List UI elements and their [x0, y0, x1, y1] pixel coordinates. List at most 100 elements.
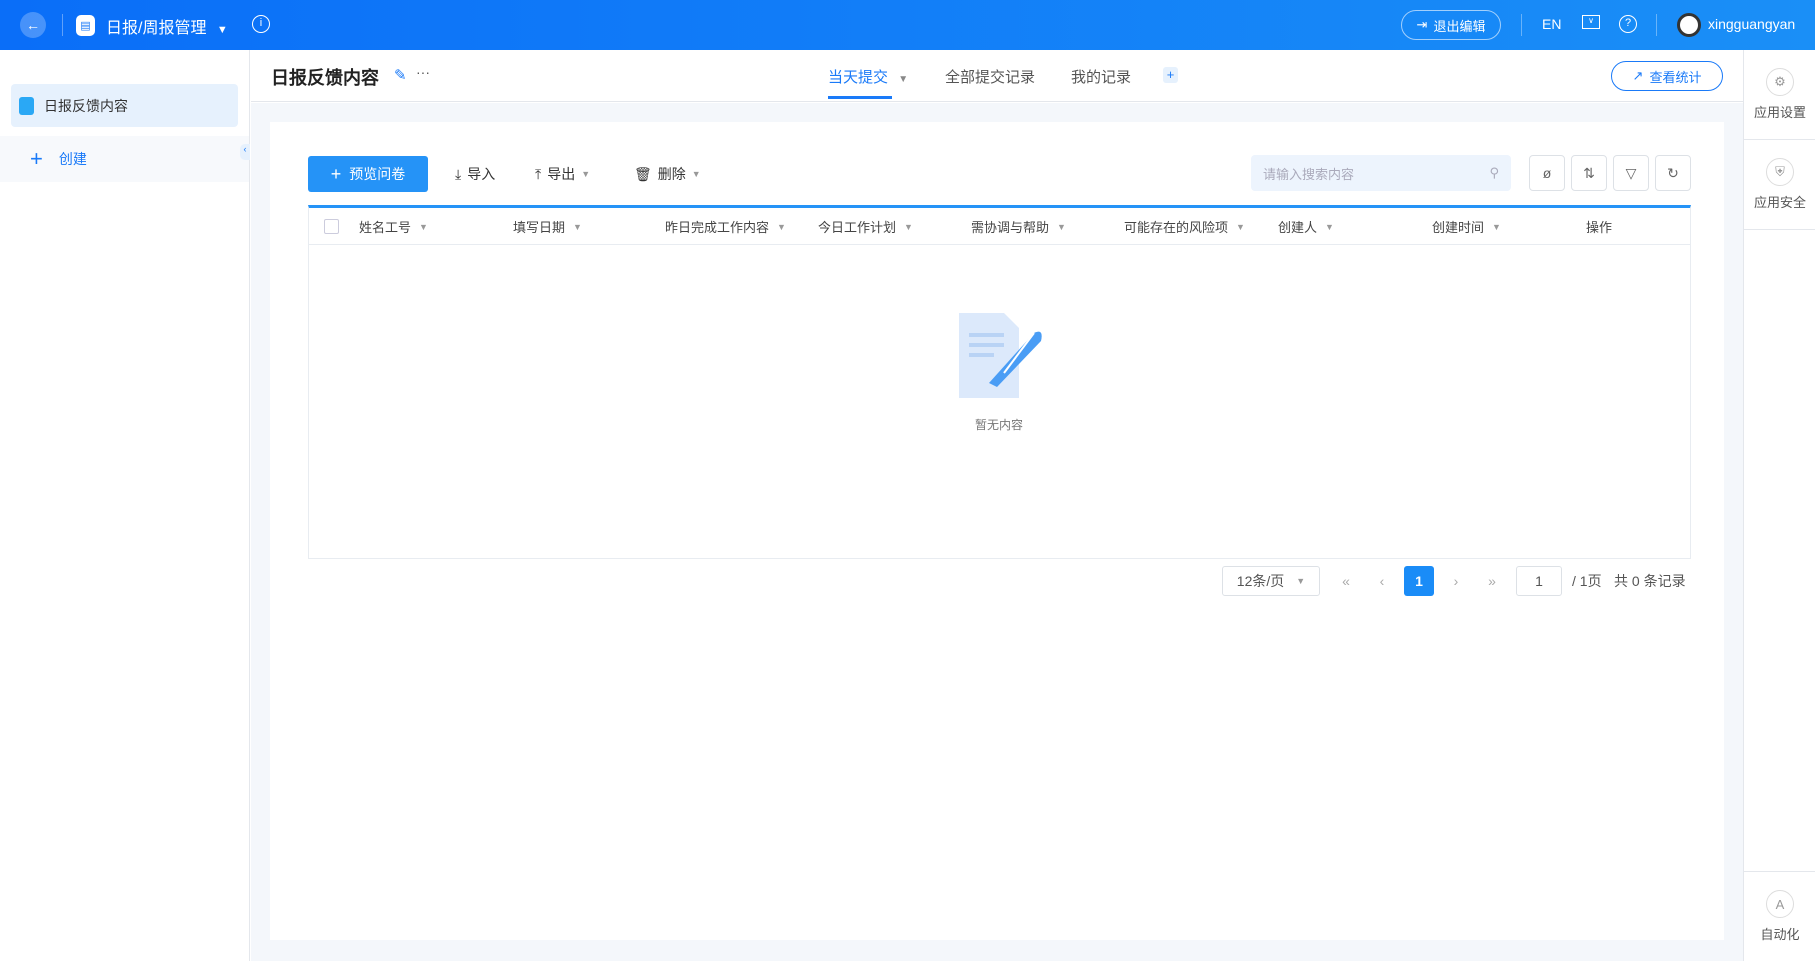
- tab-my-records[interactable]: 我的记录: [1071, 66, 1131, 87]
- trash-icon: 🗑: [634, 165, 652, 182]
- filter-icon[interactable]: ▽: [1613, 155, 1649, 191]
- data-table: 姓名工号 ▼ 填写日期 ▼ 昨日完成工作内容 ▼ 今日工作计划 ▼ 需协调与帮助 ▼ 可能…: [308, 205, 1691, 559]
- chevron-down-icon[interactable]: ▼: [898, 74, 908, 85]
- app-settings-button[interactable]: ⚙ 应用设置: [1744, 50, 1815, 140]
- automation-icon: A: [1766, 890, 1794, 918]
- automation-label: 自动化: [1760, 927, 1800, 942]
- column-header[interactable]: 创建人 ▼: [1278, 217, 1334, 236]
- column-header[interactable]: 需协调与帮助 ▼: [971, 217, 1066, 236]
- select-all-checkbox[interactable]: [324, 219, 339, 234]
- search-input[interactable]: 请输入搜索内容 ⚲: [1251, 155, 1511, 191]
- tab-label: 当天提交: [828, 69, 889, 86]
- collapse-sidebar-icon[interactable]: ‹: [240, 144, 250, 160]
- chevron-down-icon: ▼: [1236, 221, 1245, 232]
- help-icon[interactable]: ?: [1619, 15, 1637, 33]
- page-1-button[interactable]: 1: [1404, 566, 1434, 596]
- divider: [62, 14, 63, 36]
- avatar[interactable]: [1677, 13, 1701, 37]
- chevron-down-icon: ▼: [1492, 221, 1501, 232]
- import-button[interactable]: ⤓ 导入: [455, 164, 495, 184]
- prev-page-icon[interactable]: ‹: [1372, 566, 1392, 596]
- column-header[interactable]: 姓名工号 ▼: [359, 217, 428, 236]
- page-jump-input[interactable]: 1: [1516, 566, 1562, 596]
- empty-document-icon: [959, 313, 1042, 398]
- view-stats-label: 查看统计: [1649, 69, 1702, 85]
- export-button[interactable]: ⤒ 导出 ▼: [535, 164, 590, 184]
- table-header: 姓名工号 ▼ 填写日期 ▼ 昨日完成工作内容 ▼ 今日工作计划 ▼ 需协调与帮助 ▼ 可能…: [309, 208, 1690, 245]
- chevron-down-icon[interactable]: ▼: [217, 24, 228, 36]
- chevron-down-icon: ▼: [1325, 221, 1334, 232]
- view-stats-button[interactable]: ↗ 查看统计: [1611, 61, 1723, 91]
- hide-fields-icon[interactable]: ø: [1529, 155, 1565, 191]
- chevron-down-icon: ▼: [419, 221, 428, 232]
- app-security-button[interactable]: ⛨ 应用安全: [1744, 140, 1815, 230]
- column-label: 操作: [1586, 220, 1613, 235]
- divider: [1656, 14, 1657, 36]
- column-label: 今日工作计划: [818, 220, 897, 235]
- empty-text: 暂无内容: [974, 418, 1023, 432]
- delete-button[interactable]: 🗑 删除 ▼: [634, 164, 701, 184]
- download-icon: ⤓: [455, 165, 462, 182]
- mail-icon[interactable]: ∨: [1582, 15, 1600, 29]
- info-icon[interactable]: i: [252, 15, 270, 33]
- add-tab-icon[interactable]: +: [1163, 67, 1178, 83]
- app-title[interactable]: 日报/周报管理 ▼: [106, 14, 228, 38]
- username[interactable]: xingguangyan: [1708, 16, 1795, 32]
- column-header[interactable]: 创建时间 ▼: [1432, 217, 1501, 236]
- exit-icon: ⇥: [1416, 17, 1428, 32]
- empty-state: 暂无内容: [949, 303, 1049, 433]
- app-security-label: 应用安全: [1753, 195, 1806, 210]
- tab-today[interactable]: 当天提交 ▼: [828, 66, 908, 87]
- sidebar-item-daily-feedback[interactable]: 日报反馈内容: [11, 84, 238, 127]
- last-page-icon[interactable]: »: [1482, 566, 1502, 596]
- column-header[interactable]: 今日工作计划 ▼: [818, 217, 913, 236]
- search-icon[interactable]: ⚲: [1489, 165, 1499, 181]
- column-label: 创建时间: [1432, 220, 1485, 235]
- chevron-down-icon: ▼: [581, 169, 591, 179]
- column-label: 昨日完成工作内容: [665, 220, 770, 235]
- next-page-icon[interactable]: ›: [1446, 566, 1466, 596]
- chevron-down-icon: ▼: [1296, 576, 1306, 586]
- sidebar-item-label: 日报反馈内容: [44, 97, 128, 114]
- total-records: 共 0 条记录: [1614, 573, 1686, 589]
- page-title: 日报反馈内容: [271, 68, 379, 88]
- edit-icon[interactable]: ✎: [394, 66, 407, 84]
- app-icon: ▤: [76, 15, 95, 36]
- chevron-down-icon: ▼: [691, 169, 701, 179]
- column-header[interactable]: 昨日完成工作内容 ▼: [665, 217, 786, 236]
- exit-edit-button[interactable]: ⇥ 退出编辑: [1401, 10, 1501, 40]
- chart-icon: ↗: [1632, 68, 1644, 83]
- more-icon[interactable]: ···: [416, 64, 430, 80]
- column-label: 填写日期: [513, 220, 566, 235]
- sidebar: 日报反馈内容 + 创建 ‹: [0, 50, 250, 961]
- column-label: 可能存在的风险项: [1124, 220, 1229, 235]
- column-label: 姓名工号: [359, 220, 412, 235]
- total-pages: / 1页: [1572, 573, 1602, 589]
- app-settings-label: 应用设置: [1753, 105, 1806, 120]
- preview-label: 预览问卷: [349, 166, 406, 182]
- first-page-icon[interactable]: «: [1336, 566, 1356, 596]
- sort-icon[interactable]: ⇅: [1571, 155, 1607, 191]
- export-label: 导出: [547, 166, 576, 182]
- page-header: 日报反馈内容 ✎ ··· 当天提交 ▼ 全部提交记录 我的记录 + ↗ 查看统计: [251, 50, 1743, 102]
- preview-questionnaire-button[interactable]: + 预览问卷: [308, 156, 428, 192]
- app-title-text: 日报/周报管理: [106, 20, 207, 37]
- shield-icon: ⛨: [1766, 158, 1794, 186]
- create-label: 创建: [58, 151, 87, 167]
- right-rail: ⚙ 应用设置 ⛨ 应用安全 A 自动化: [1743, 50, 1815, 961]
- column-header[interactable]: 填写日期 ▼: [513, 217, 582, 236]
- chevron-down-icon: ▼: [904, 221, 913, 232]
- plus-icon: +: [30, 146, 43, 171]
- create-button[interactable]: + 创建: [0, 136, 249, 182]
- upload-icon: ⤒: [535, 165, 542, 182]
- back-arrow-icon[interactable]: ←: [20, 12, 46, 38]
- delete-label: 删除: [657, 166, 686, 182]
- refresh-icon[interactable]: ↻: [1655, 155, 1691, 191]
- column-header[interactable]: 可能存在的风险项 ▼: [1124, 217, 1245, 236]
- automation-button[interactable]: A 自动化: [1744, 871, 1815, 961]
- import-label: 导入: [467, 166, 496, 182]
- active-tab-indicator: [828, 96, 892, 99]
- tab-all-records[interactable]: 全部提交记录: [945, 66, 1035, 87]
- language-toggle[interactable]: EN: [1542, 16, 1561, 32]
- page-size-select[interactable]: 12条/页 ▼: [1222, 566, 1320, 596]
